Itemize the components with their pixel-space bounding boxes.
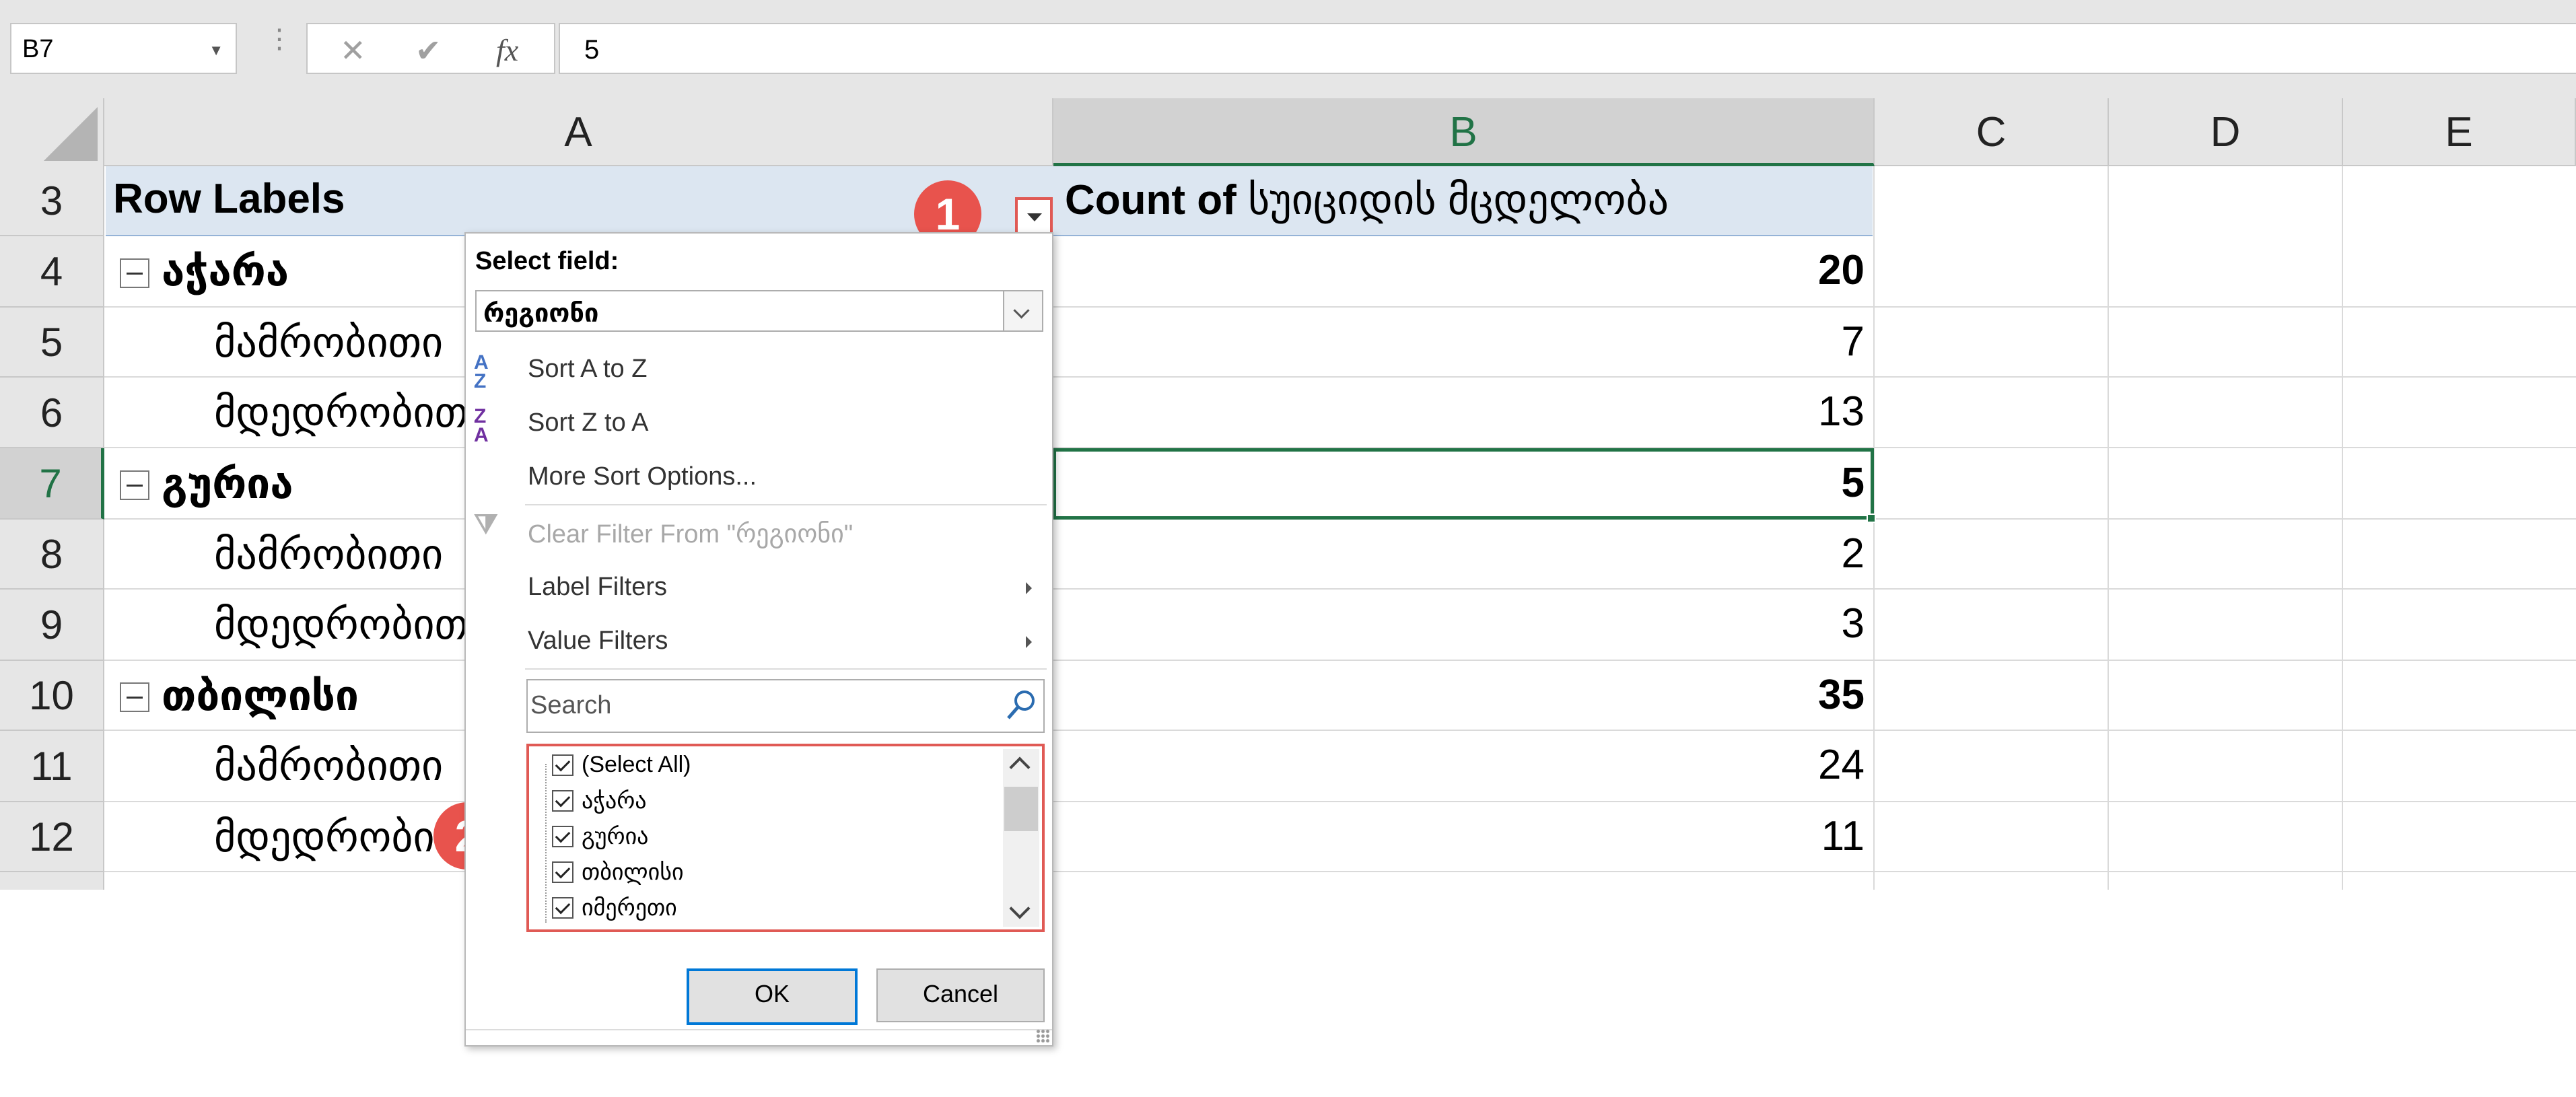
- list-item-label: აჭარა: [582, 788, 647, 814]
- enter-icon[interactable]: ✔: [415, 32, 442, 69]
- grid-line: [2108, 166, 2109, 890]
- filter-items-list: (Select All) აჭარა გურია თბილისი იმერეთი: [526, 744, 1045, 932]
- more-sort-options-item[interactable]: More Sort Options...: [528, 462, 757, 491]
- chevron-down-icon[interactable]: [1009, 898, 1031, 919]
- checkbox-checked[interactable]: [552, 861, 573, 883]
- submenu-arrow-icon: [1026, 636, 1032, 648]
- search-icon: [1007, 691, 1035, 719]
- column-headers: A B C D E: [0, 98, 2576, 166]
- list-item-label: თბილისი: [582, 859, 684, 885]
- search-placeholder: Search: [530, 691, 612, 719]
- row-header-6[interactable]: 6: [0, 378, 104, 448]
- select-field-dropdown[interactable]: რეგიონი: [475, 290, 1043, 332]
- group-label[interactable]: აჭარა: [162, 246, 289, 295]
- cancel-icon[interactable]: ✕: [340, 32, 366, 69]
- checkbox-checked[interactable]: [552, 754, 573, 776]
- group-value[interactable]: 20: [1750, 246, 1865, 294]
- checkbox-checked[interactable]: [552, 826, 573, 847]
- clear-filter-item: Clear Filter From "რეგიონი": [528, 520, 854, 548]
- item-label[interactable]: მდედრობითი: [214, 388, 464, 437]
- sort-z-to-a-item[interactable]: Sort Z to A: [528, 409, 649, 437]
- grid-line: [2342, 166, 2343, 890]
- row-header-11[interactable]: 11: [0, 731, 104, 802]
- row-labels-header[interactable]: Row Labels: [113, 175, 345, 223]
- group-label[interactable]: თბილისი: [162, 671, 359, 720]
- name-box-value: B7: [22, 35, 54, 63]
- name-box-dropdown-icon[interactable]: ▼: [209, 42, 223, 59]
- resize-grip-icon[interactable]: [1036, 1029, 1049, 1042]
- row-header-12[interactable]: 12: [0, 802, 104, 872]
- item-value[interactable]: 3: [1750, 600, 1865, 647]
- column-header-b[interactable]: B: [1053, 98, 1875, 166]
- row-header-7[interactable]: 7: [0, 448, 104, 520]
- checkbox-checked[interactable]: [552, 790, 573, 812]
- value-field-header[interactable]: Count of სუიციდის მცდელობა: [1065, 175, 1866, 224]
- sort-a-to-z-item[interactable]: Sort A to Z: [528, 355, 647, 384]
- sort-ascending-icon: AZ: [474, 351, 489, 392]
- search-input[interactable]: Search: [526, 679, 1045, 733]
- chevron-up-icon[interactable]: [1009, 756, 1031, 778]
- column-header-c[interactable]: C: [1875, 98, 2109, 166]
- tree-line: [545, 764, 547, 923]
- select-field-value: რეგიონი: [483, 299, 599, 328]
- row-header-5[interactable]: 5: [0, 308, 104, 378]
- row-header-9[interactable]: 9: [0, 590, 104, 661]
- group-value[interactable]: 35: [1750, 671, 1865, 719]
- row-header-10[interactable]: 10: [0, 661, 104, 731]
- select-field-label: Select field:: [475, 247, 619, 275]
- value-filters-item[interactable]: Value Filters: [528, 627, 668, 656]
- item-label[interactable]: მამრობითი: [214, 530, 464, 579]
- ok-button[interactable]: OK: [687, 968, 858, 1025]
- submenu-arrow-icon: [1026, 582, 1032, 594]
- item-value[interactable]: 13: [1750, 388, 1865, 435]
- label-filters-item[interactable]: Label Filters: [528, 573, 667, 602]
- collapse-icon[interactable]: [120, 682, 149, 712]
- grid-line: [1873, 166, 1875, 890]
- formula-input[interactable]: 5: [559, 23, 2576, 74]
- cancel-button[interactable]: Cancel: [876, 968, 1045, 1022]
- group-label[interactable]: გურია: [162, 459, 293, 508]
- formula-value: 5: [584, 35, 600, 65]
- fill-handle[interactable]: [1867, 514, 1876, 523]
- list-item-label: (Select All): [582, 752, 691, 777]
- list-item-label: გურია: [582, 824, 649, 849]
- scrollbar-thumb[interactable]: [1004, 787, 1038, 831]
- clear-filter-icon: ⧩: [474, 509, 498, 539]
- list-scrollbar[interactable]: [1003, 749, 1039, 927]
- menu-separator: [525, 668, 1047, 670]
- column-header-e[interactable]: E: [2343, 98, 2576, 166]
- chevron-down-icon[interactable]: [1003, 291, 1042, 330]
- panel-footer-separator: [466, 1029, 1052, 1030]
- item-label[interactable]: მამრობითი: [214, 318, 464, 367]
- row-header-13[interactable]: [0, 872, 104, 890]
- row-labels-filter-button[interactable]: [1015, 197, 1053, 235]
- item-value[interactable]: 7: [1750, 318, 1865, 365]
- item-value[interactable]: 24: [1750, 741, 1865, 789]
- item-value[interactable]: 11: [1750, 812, 1865, 860]
- checkbox-checked[interactable]: [552, 897, 573, 919]
- row-header-3[interactable]: 3: [0, 166, 104, 236]
- formula-bar-grip: ⋮: [266, 26, 293, 65]
- row-header-4[interactable]: 4: [0, 236, 104, 308]
- insert-function-icon[interactable]: fx: [496, 32, 518, 68]
- name-box[interactable]: B7 ▼: [10, 23, 237, 74]
- filter-dropdown-panel: Select field: რეგიონი AZ Sort A to Z ZA …: [464, 232, 1053, 1047]
- row-header-8[interactable]: 8: [0, 520, 104, 590]
- list-item-label: იმერეთი: [582, 895, 677, 921]
- collapse-icon[interactable]: [120, 258, 149, 288]
- menu-separator: [525, 504, 1047, 505]
- item-label[interactable]: მდედრობითი: [214, 600, 464, 649]
- item-value[interactable]: 2: [1750, 530, 1865, 577]
- column-header-d[interactable]: D: [2109, 98, 2343, 166]
- formula-buttons: ✕ ✔ fx: [306, 23, 555, 74]
- item-label[interactable]: მამრობითი: [214, 741, 464, 790]
- select-all-corner[interactable]: [0, 98, 104, 166]
- item-label[interactable]: მდედრობითი: [214, 812, 464, 861]
- collapse-icon[interactable]: [120, 470, 149, 500]
- column-header-a[interactable]: A: [104, 98, 1053, 166]
- sort-descending-icon: ZA: [474, 405, 489, 446]
- active-cell-b7[interactable]: [1053, 448, 1874, 520]
